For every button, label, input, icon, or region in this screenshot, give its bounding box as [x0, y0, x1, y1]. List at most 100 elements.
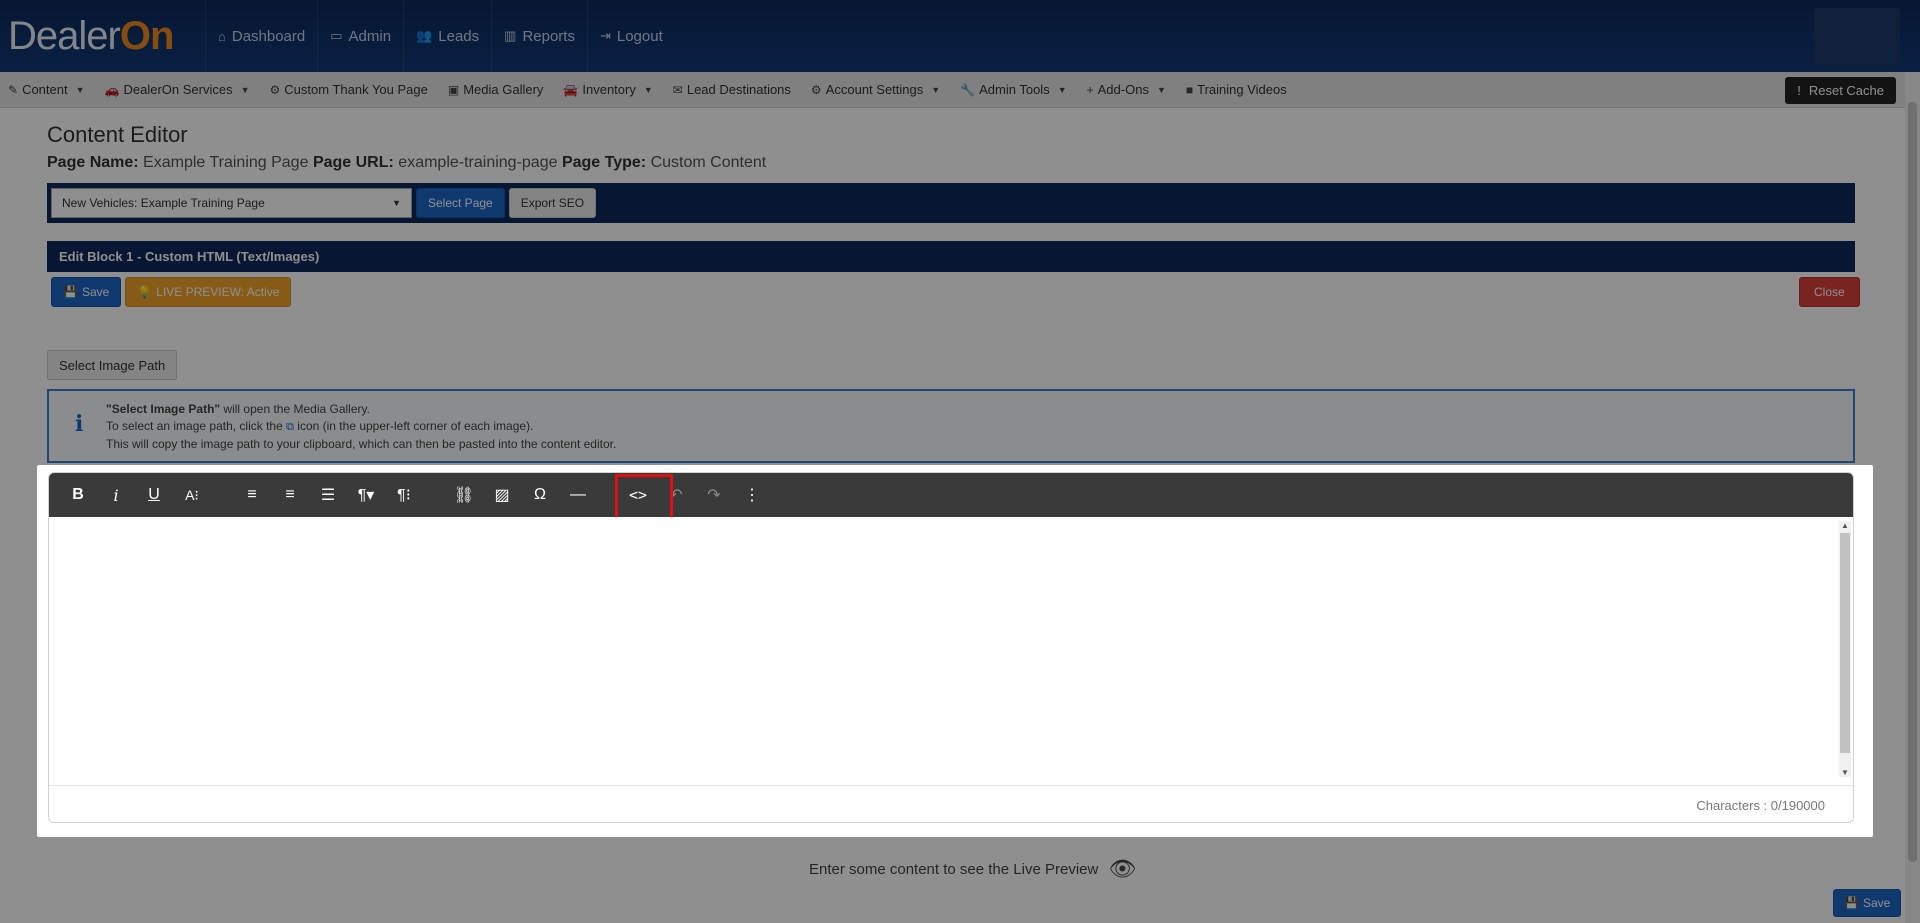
- align-center-button[interactable]: ≡: [271, 473, 309, 517]
- logout-icon: ⇥: [599, 28, 611, 43]
- info-text: will open the Media Gallery.: [220, 402, 370, 416]
- top-navbar: DealerOn ⌂ Dashboard ▭ Admin 👥 Leads ▥ R…: [0, 0, 1920, 72]
- align-left-button[interactable]: ≡: [233, 473, 271, 517]
- italic-button[interactable]: i: [97, 473, 135, 517]
- reset-cache-button[interactable]: ! Reset Cache: [1785, 77, 1896, 104]
- info-line-1: "Select Image Path" will open the Media …: [106, 401, 616, 418]
- page-select-value: New Vehicles: Example Training Page: [62, 196, 265, 210]
- insert-image-button[interactable]: ▨: [483, 473, 521, 517]
- caret-down-icon: ▼: [240, 84, 250, 95]
- horizontal-line-button[interactable]: —: [559, 473, 597, 517]
- subnav-inventory[interactable]: 🚘 Inventory ▼: [563, 82, 652, 97]
- picture-icon: ▣: [447, 82, 460, 97]
- page-scrollbar[interactable]: [1905, 72, 1920, 923]
- subnav-content[interactable]: ✎ Content ▼: [8, 82, 85, 97]
- gear-icon: ⚙: [810, 82, 822, 97]
- eye-icon: 👁: [1108, 856, 1137, 881]
- nav-leads[interactable]: 👥 Leads: [403, 0, 491, 72]
- page-select-dropdown[interactable]: New Vehicles: Example Training Page ▼: [51, 188, 412, 218]
- nav-dashboard[interactable]: ⌂ Dashboard: [205, 0, 317, 72]
- edit-icon: ✎: [8, 82, 19, 97]
- caret-down-icon: ▼: [1156, 84, 1166, 95]
- select-image-path-button[interactable]: Select Image Path: [47, 350, 178, 380]
- select-page-button[interactable]: Select Page: [416, 188, 505, 218]
- exclamation-icon: !: [1797, 83, 1801, 98]
- page-url-value: example-training-page: [398, 154, 558, 171]
- dealeron-logo[interactable]: DealerOn: [0, 14, 205, 59]
- editor-content-area[interactable]: [49, 517, 1853, 787]
- paragraph-format-button[interactable]: ¶▾: [347, 473, 385, 517]
- subnav-media-gallery[interactable]: ▣ Media Gallery: [448, 82, 544, 97]
- subnav-custom-thank-you[interactable]: ⚙ Custom Thank You Page: [270, 82, 428, 97]
- editor-scrollbar[interactable]: ▲ ▼: [1839, 521, 1851, 777]
- sub-navbar: ✎ Content ▼ 🚗 DealerOn Services ▼ ⚙ Custom Th…: [0, 72, 1920, 108]
- subnav-label: Account Settings: [825, 82, 924, 97]
- subnav-training-videos[interactable]: ■ Training Videos: [1186, 82, 1287, 97]
- lightbulb-icon: 💡: [137, 285, 153, 299]
- account-avatar[interactable]: [1814, 8, 1900, 66]
- subnav-label: Custom Thank You Page: [284, 82, 428, 97]
- subnav-dealeron-services[interactable]: 🚗 DealerOn Services ▼: [105, 82, 250, 97]
- caret-down-icon: ▼: [1057, 84, 1067, 95]
- nav-label: Admin: [348, 27, 392, 45]
- page-url-label: Page URL:: [312, 154, 394, 171]
- close-button[interactable]: Close: [1799, 277, 1860, 307]
- nav-label: Reports: [522, 27, 575, 45]
- monitor-icon: ▭: [330, 28, 343, 43]
- nav-logout[interactable]: ⇥ Logout: [586, 0, 675, 72]
- subnav-label: Inventory: [582, 82, 636, 97]
- editor-scroll-thumb[interactable]: [1840, 533, 1850, 753]
- subnav-label: DealerOn Services: [123, 82, 233, 97]
- page-scroll-thumb[interactable]: [1908, 102, 1917, 862]
- nav-reports[interactable]: ▥ Reports: [491, 0, 587, 72]
- code-view-button[interactable]: <>: [615, 473, 673, 520]
- save-button[interactable]: 💾 Save: [51, 277, 122, 307]
- redo-button[interactable]: ↷: [695, 473, 733, 517]
- bottom-save-button[interactable]: 💾 Save: [1833, 889, 1902, 917]
- page-name-value: Example Training Page: [143, 154, 309, 171]
- block-actions: 💾 Save 💡 LIVE PREVIEW: Active: [51, 277, 292, 307]
- scroll-down-icon[interactable]: ▼: [1839, 768, 1851, 777]
- bold-button[interactable]: B: [59, 473, 97, 517]
- subnav-lead-destinations[interactable]: ✉ Lead Destinations: [673, 82, 791, 97]
- plus-icon: +: [1086, 82, 1094, 97]
- editor-toolbar: B i U A⁝ ≡ ≡ ☰ ¶▾ ¶⁝ ⛓ ▨ Ω — <> ↶ ↷ ⋮: [49, 473, 1853, 520]
- editor-footer: Characters : 0/190000: [49, 785, 1853, 822]
- more-options-button[interactable]: ⋮: [733, 473, 771, 517]
- font-size-button[interactable]: A⁝: [173, 473, 211, 517]
- info-bold: "Select Image Path": [106, 402, 221, 416]
- export-seo-button[interactable]: Export SEO: [508, 188, 597, 218]
- page-title: Content Editor: [47, 122, 188, 147]
- paragraph-style-button[interactable]: ¶⁝: [385, 473, 423, 517]
- page-select-bar: New Vehicles: Example Training Page ▼ Se…: [47, 183, 1855, 223]
- subnav-label: Admin Tools: [979, 82, 1050, 97]
- page-type-label: Page Type:: [561, 154, 647, 171]
- subnav-account-settings[interactable]: ⚙ Account Settings ▼: [811, 82, 940, 97]
- scroll-up-icon[interactable]: ▲: [1839, 521, 1851, 530]
- nav-label: Logout: [616, 27, 663, 45]
- subnav-label: Training Videos: [1197, 82, 1287, 97]
- wrench-icon: 🔧: [960, 82, 976, 97]
- special-character-button[interactable]: Ω: [521, 473, 559, 517]
- subnav-admin-tools[interactable]: 🔧 Admin Tools ▼: [960, 82, 1066, 97]
- logo-text-b: On: [119, 13, 175, 58]
- car-icon: 🚘: [563, 82, 579, 97]
- page-type-value: Custom Content: [650, 154, 767, 171]
- nav-label: Dashboard: [231, 27, 306, 45]
- caret-down-icon: ▼: [931, 84, 941, 95]
- caret-down-icon: ▼: [75, 84, 85, 95]
- ordered-list-button[interactable]: ☰: [309, 473, 347, 517]
- nav-admin[interactable]: ▭ Admin: [317, 0, 403, 72]
- subnav-add-ons[interactable]: + Add-Ons ▼: [1087, 82, 1166, 97]
- insert-link-button[interactable]: ⛓: [445, 473, 483, 517]
- gear-icon: ⚙: [269, 82, 281, 97]
- info-text: icon (in the upper-left corner of each i…: [293, 419, 534, 433]
- logo-text-a: Dealer: [8, 13, 121, 58]
- car-icon: 🚗: [104, 82, 120, 97]
- video-camera-icon: ■: [1185, 82, 1194, 97]
- block-title: Edit Block 1 - Custom HTML (Text/Images): [59, 249, 320, 264]
- underline-button[interactable]: U: [135, 473, 173, 517]
- bottom-save-label: Save: [1862, 896, 1891, 910]
- live-preview-button[interactable]: 💡 LIVE PREVIEW: Active: [125, 277, 292, 307]
- live-preview-note: Enter some content to see the Live Previ…: [809, 856, 1136, 882]
